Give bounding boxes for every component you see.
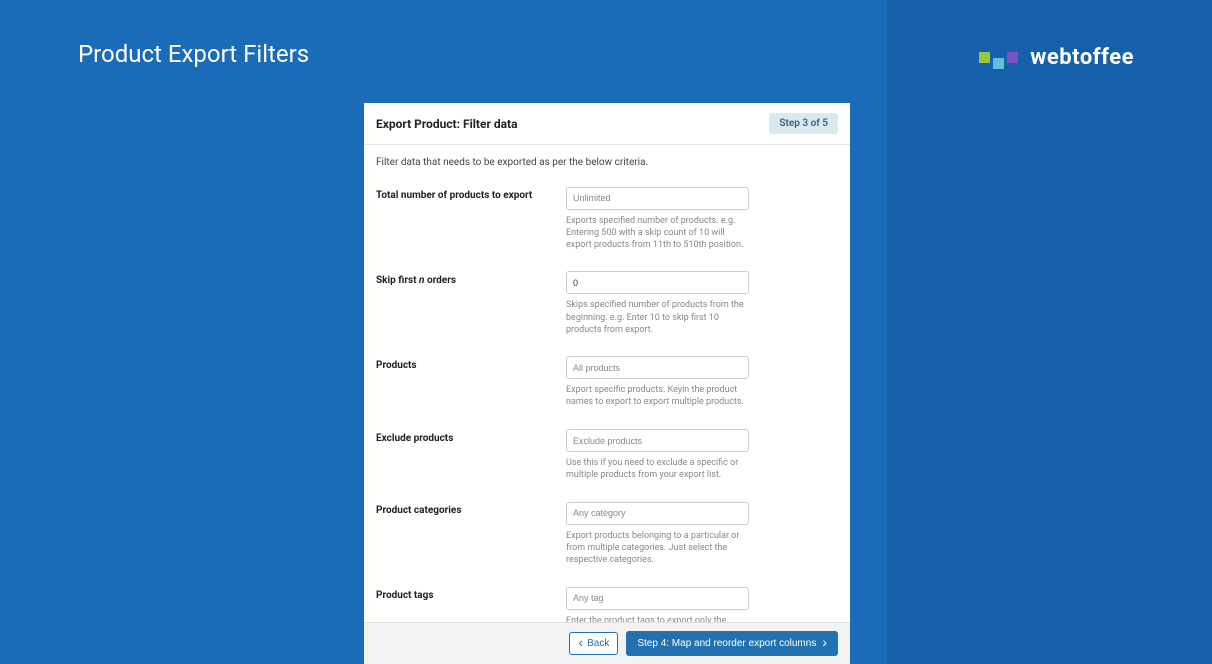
help-exclude-products: Use this if you need to exclude a specif… xyxy=(566,457,751,481)
skip-first-input[interactable] xyxy=(566,271,749,294)
help-total-products: Exports specified number of products. e.… xyxy=(566,215,751,251)
chevron-right-icon xyxy=(822,637,827,650)
help-skip-first: Skips specified number of products from … xyxy=(566,299,751,335)
exclude-products-input[interactable] xyxy=(566,429,749,452)
label-total-products: Total number of products to export xyxy=(376,186,566,251)
logo-icon xyxy=(979,52,1018,63)
panel-header: Export Product: Filter data Step 3 of 5 xyxy=(364,103,850,145)
label-product-categories: Product categories xyxy=(376,501,566,566)
label-product-tags: Product tags xyxy=(376,586,566,622)
row-product-categories: Product categories Export products belon… xyxy=(376,501,838,566)
step-badge: Step 3 of 5 xyxy=(769,113,838,134)
intro-text: Filter data that needs to be exported as… xyxy=(376,157,838,168)
next-step-button[interactable]: Step 4: Map and reorder export columns xyxy=(626,631,838,656)
back-button-label: Back xyxy=(587,638,609,649)
row-product-tags: Product tags Enter the product tags to e… xyxy=(376,586,838,622)
help-product-tags: Enter the product tags to export only th… xyxy=(566,615,751,622)
panel-body: Filter data that needs to be exported as… xyxy=(364,145,850,622)
row-exclude-products: Exclude products Use this if you need to… xyxy=(376,429,838,482)
panel-title: Export Product: Filter data xyxy=(376,117,518,131)
export-panel: Export Product: Filter data Step 3 of 5 … xyxy=(364,103,850,664)
panel-footer: Back Step 4: Map and reorder export colu… xyxy=(364,622,850,664)
total-products-input[interactable] xyxy=(566,187,749,210)
row-products: Products Export specific products. Keyin… xyxy=(376,356,838,409)
help-product-categories: Export products belonging to a particula… xyxy=(566,530,751,566)
brand-logo: webtoffee xyxy=(979,45,1134,70)
products-input[interactable] xyxy=(566,356,749,379)
back-button[interactable]: Back xyxy=(569,632,618,655)
row-skip-first: Skip first n orders Skips specified numb… xyxy=(376,271,838,336)
row-total-products: Total number of products to export Expor… xyxy=(376,186,838,251)
product-categories-input[interactable] xyxy=(566,502,749,525)
label-products: Products xyxy=(376,356,566,409)
label-skip-first: Skip first n orders xyxy=(376,271,566,336)
product-tags-input[interactable] xyxy=(566,587,749,610)
next-button-label: Step 4: Map and reorder export columns xyxy=(637,638,816,649)
label-exclude-products: Exclude products xyxy=(376,429,566,482)
brand-name: webtoffee xyxy=(1030,45,1134,70)
brand-sidebar xyxy=(887,0,1212,664)
page-title: Product Export Filters xyxy=(78,40,309,68)
chevron-left-icon xyxy=(578,637,583,650)
help-products: Export specific products. Keyin the prod… xyxy=(566,384,751,408)
